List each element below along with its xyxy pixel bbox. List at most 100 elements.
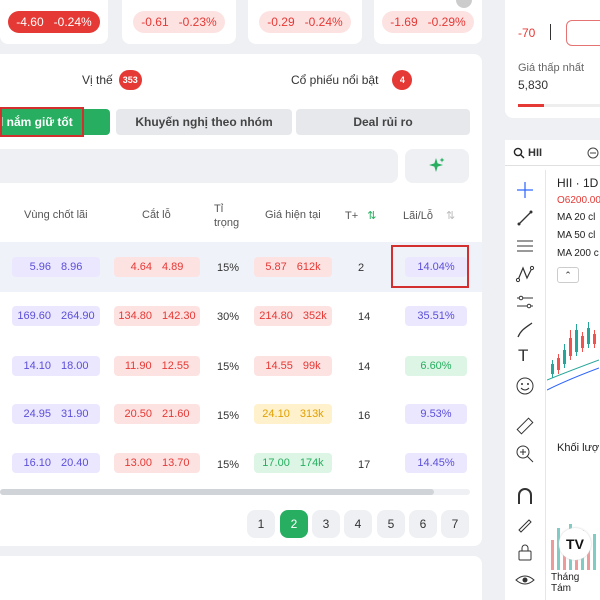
- volume-value: 313k: [299, 408, 324, 420]
- tplus-cell: 14: [358, 311, 371, 323]
- add-icon[interactable]: [587, 147, 599, 159]
- ticker-percent: -0.24%: [53, 15, 92, 29]
- panel-header: Vị thế 353 Cổ phiếu nổi bật 4: [0, 68, 482, 92]
- ruler-icon[interactable]: [515, 416, 535, 436]
- page-number: 2: [290, 517, 298, 531]
- symbol-text: HII: [528, 146, 543, 159]
- ticker-card-4[interactable]: -1.69 -0.29%: [374, 0, 482, 44]
- sl-low: 20.50: [124, 408, 152, 420]
- fib-lines-icon[interactable]: [515, 236, 535, 256]
- symbol-search[interactable]: HII: [505, 140, 600, 166]
- emoji-icon[interactable]: [515, 376, 535, 396]
- page-4-button[interactable]: 4: [344, 510, 372, 538]
- price-value: 24.10: [262, 408, 290, 420]
- tab-group-recommendation[interactable]: Khuyến nghị theo nhóm: [116, 109, 292, 135]
- magnet-icon[interactable]: [515, 486, 535, 506]
- page-3-button[interactable]: 3: [312, 510, 340, 538]
- brush-icon[interactable]: [515, 320, 535, 340]
- take-profit-cell: 14.10 18.00: [12, 356, 100, 376]
- tab-label: l nắm giữ tốt: [0, 115, 73, 129]
- weight-cell: 15%: [217, 361, 240, 373]
- weight-cell: 15%: [217, 262, 240, 274]
- sl-low: 11.90: [124, 360, 152, 372]
- tab-label: Deal rủi ro: [353, 115, 413, 129]
- price-cell: 17.00 174k: [254, 453, 332, 473]
- tplus-cell: 16: [358, 410, 371, 422]
- ticker-card-3[interactable]: -0.29 -0.24%: [248, 0, 362, 44]
- tab-label: Khuyến nghị theo nhóm: [135, 115, 273, 129]
- col-weight[interactable]: Tỉ trọng: [214, 202, 244, 230]
- tplus-cell: 2: [358, 262, 365, 274]
- position-header[interactable]: Vị thế 353: [82, 70, 142, 90]
- weight-cell: 30%: [217, 311, 240, 323]
- tp-low: 5.96: [29, 261, 51, 273]
- stop-loss-cell: 13.00 13.70: [114, 453, 200, 473]
- sort-arrows-icon[interactable]: ⇅: [446, 210, 455, 222]
- page-2-button[interactable]: 2: [280, 510, 308, 538]
- stop-loss-cell: 11.90 12.55: [114, 356, 200, 376]
- ma50-legend: MA 50 cl: [557, 230, 596, 241]
- collapse-legend-button[interactable]: ⌃: [557, 267, 579, 283]
- table-horizontal-scrollbar[interactable]: [0, 489, 470, 495]
- col-pnl[interactable]: Lãi/Lỗ ⇅: [403, 209, 455, 222]
- tp-low: 16.10: [23, 457, 51, 469]
- col-stop-loss[interactable]: Cắt lỗ: [142, 209, 171, 221]
- lock-icon[interactable]: [515, 542, 535, 562]
- ohlc-open: O6200.00: [557, 195, 600, 206]
- trend-line-icon[interactable]: [515, 208, 535, 228]
- lock-pencil-icon[interactable]: [515, 514, 535, 534]
- volume-value: 612k: [296, 261, 321, 273]
- tradingview-logo[interactable]: TV: [559, 528, 591, 560]
- price-input[interactable]: [566, 20, 600, 46]
- price-value: 214.80: [259, 310, 293, 322]
- sl-low: 134.80: [118, 310, 152, 322]
- lowest-price-value: 5,830: [518, 78, 549, 92]
- ticker-card-1[interactable]: -4.60 -0.24%: [0, 0, 108, 44]
- sl-high: 12.55: [161, 360, 190, 372]
- tab-risky-deal[interactable]: Deal rủi ro: [296, 109, 470, 135]
- page-number: 5: [387, 517, 395, 531]
- page-6-button[interactable]: 6: [409, 510, 437, 538]
- text-tool-icon[interactable]: T: [518, 346, 528, 366]
- toolbar-divider: [545, 170, 546, 600]
- col-price[interactable]: Giá hiện tại: [265, 209, 321, 221]
- drawing-toolbar: T: [513, 176, 541, 600]
- scrollbar-thumb[interactable]: [0, 489, 434, 495]
- sort-arrows-icon[interactable]: ⇅: [367, 210, 376, 222]
- featured-header[interactable]: Cổ phiếu nổi bật 4: [291, 70, 413, 90]
- forecast-icon[interactable]: [515, 292, 535, 312]
- take-profit-cell: 169.60 264.90: [12, 306, 100, 326]
- ticker-percent: -0.23%: [178, 15, 217, 29]
- page-number: 1: [257, 517, 265, 531]
- chart-title: HII · 1D: [557, 176, 599, 190]
- featured-count-badge: 4: [392, 70, 413, 90]
- zoom-in-icon[interactable]: [515, 444, 535, 464]
- stop-loss-cell: 134.80 142.30: [114, 306, 200, 326]
- range-bar: [518, 104, 600, 107]
- search-input[interactable]: [0, 149, 398, 183]
- col-take-profit[interactable]: Vùng chốt lãi: [24, 209, 88, 221]
- close-icon[interactable]: [456, 0, 472, 8]
- tplus-cell: 14: [358, 361, 371, 373]
- pattern-icon[interactable]: [515, 264, 535, 284]
- tab-good-holdings[interactable]: l nắm giữ tốt: [0, 109, 110, 135]
- ticker-change-pill: -0.61 -0.23%: [133, 11, 225, 33]
- ticker-card-2[interactable]: -0.61 -0.23%: [122, 0, 236, 44]
- tp-high: 18.00: [61, 360, 89, 372]
- page-1-button[interactable]: 1: [247, 510, 275, 538]
- volume-value: 352k: [302, 310, 327, 322]
- price-cell: 24.10 313k: [254, 404, 332, 424]
- pnl-value: 6.60%: [420, 360, 452, 372]
- page-5-button[interactable]: 5: [377, 510, 405, 538]
- page-number: 6: [419, 517, 427, 531]
- pnl-value: 35.51%: [417, 310, 455, 322]
- col-tplus[interactable]: T+ ⇅: [345, 209, 376, 222]
- divider: [550, 24, 551, 40]
- eye-icon[interactable]: [515, 570, 535, 590]
- ticker-change: -0.61: [141, 15, 169, 29]
- lower-panel: [0, 556, 482, 600]
- ai-sparkle-button[interactable]: [405, 149, 469, 183]
- crosshair-icon[interactable]: [515, 180, 535, 200]
- sl-high: 13.70: [162, 457, 190, 469]
- page-7-button[interactable]: 7: [441, 510, 469, 538]
